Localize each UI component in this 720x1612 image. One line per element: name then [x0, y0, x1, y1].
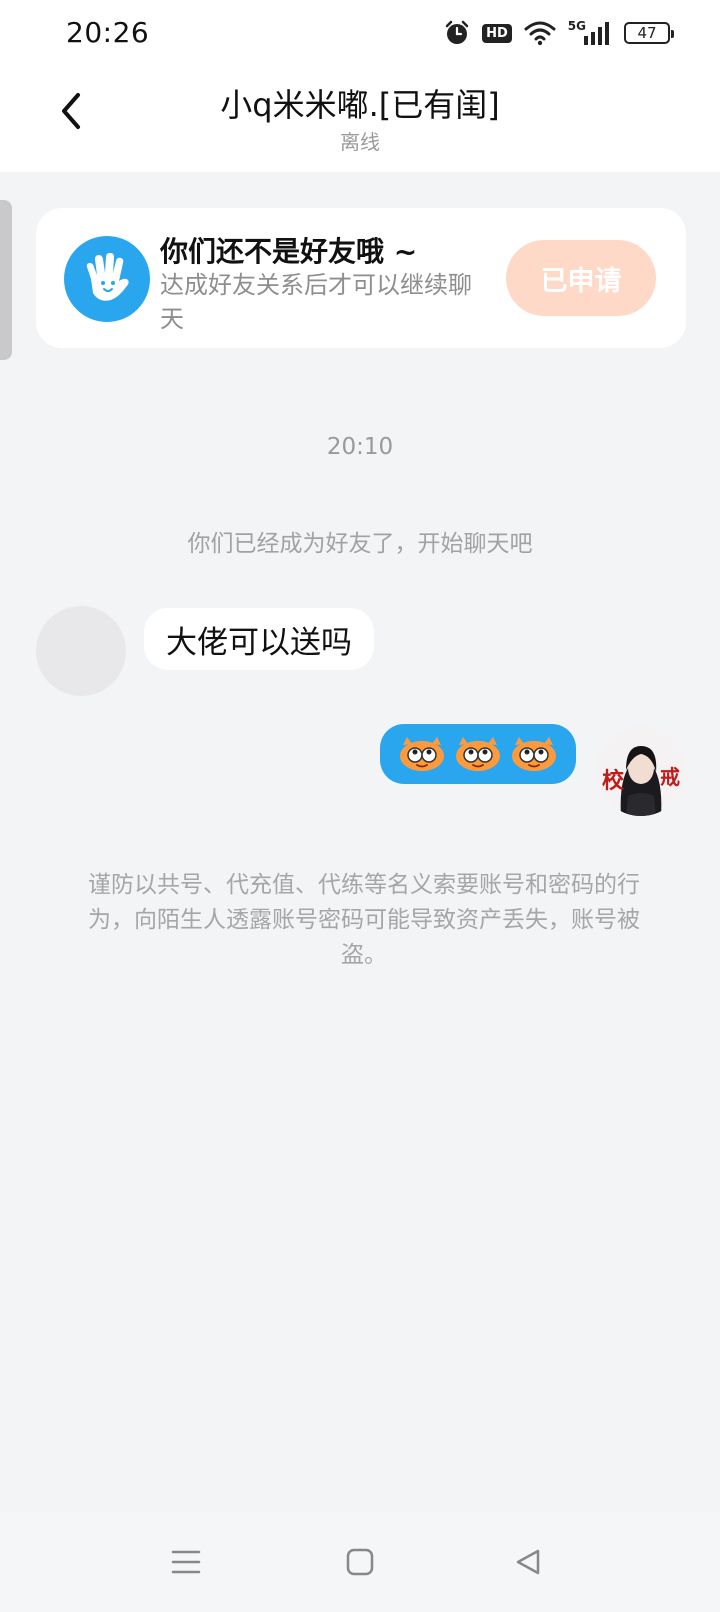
back-triangle-icon: [516, 1549, 540, 1575]
outgoing-sticker-bubble[interactable]: [380, 724, 576, 784]
battery-level: 47: [637, 24, 657, 42]
chat-header: 小q米米嘟.[已有闺] 离线: [0, 66, 720, 172]
menu-icon: [171, 1550, 201, 1574]
alarm-icon: [444, 20, 470, 46]
chat-screen: 20:26 HD 5G 47 小q米米嘟.[已有闺] 离线 你们还不是好友哦 ~…: [0, 0, 720, 1612]
online-status: 离线: [340, 130, 380, 154]
card-title: 你们还不是好友哦 ~: [160, 235, 418, 268]
status-time: 20:26: [66, 16, 150, 49]
svg-text:校: 校: [602, 768, 625, 794]
emoji-sticker-icon: [512, 737, 556, 771]
emoji-sticker-icon: [400, 737, 444, 771]
nav-back-button[interactable]: [508, 1542, 548, 1582]
menu-button[interactable]: [166, 1542, 206, 1582]
battery-icon: 47: [624, 22, 674, 44]
my-avatar[interactable]: 校 戒: [596, 726, 686, 816]
incoming-message-bubble[interactable]: 大佬可以送吗: [144, 608, 374, 670]
status-icons: HD 5G 47: [444, 18, 674, 48]
emoji-sticker-icon: [456, 737, 500, 771]
home-square-icon: [346, 1548, 374, 1576]
chat-title[interactable]: 小q米米嘟.[已有闺]: [0, 80, 720, 126]
safety-warning: 谨防以共号、代充值、代练等名义索要账号和密码的行为，向陌生人透露账号密码可能导致…: [88, 872, 640, 968]
edge-handle[interactable]: [0, 200, 12, 360]
wifi-icon: [524, 20, 556, 46]
contact-avatar[interactable]: [36, 606, 126, 696]
system-message: 你们已经成为好友了，开始聊天吧: [187, 531, 533, 557]
waving-hand-icon: [64, 236, 150, 322]
svg-text:戒: 戒: [660, 765, 680, 789]
friend-request-card: 你们还不是好友哦 ~ 达成好友关系后才可以继续聊天 已申请: [36, 208, 686, 348]
message-timestamp: 20:10: [326, 434, 394, 460]
status-bar: 20:26 HD 5G 47: [0, 0, 720, 66]
card-description: 达成好友关系后才可以继续聊天: [160, 271, 472, 333]
signal-5g-icon: 5G: [567, 19, 612, 46]
applied-button[interactable]: 已申请: [506, 240, 656, 316]
home-button[interactable]: [340, 1542, 380, 1582]
network-label: 5G: [567, 19, 586, 33]
system-nav-bar: [0, 1512, 720, 1612]
hd-icon: HD: [482, 23, 512, 43]
